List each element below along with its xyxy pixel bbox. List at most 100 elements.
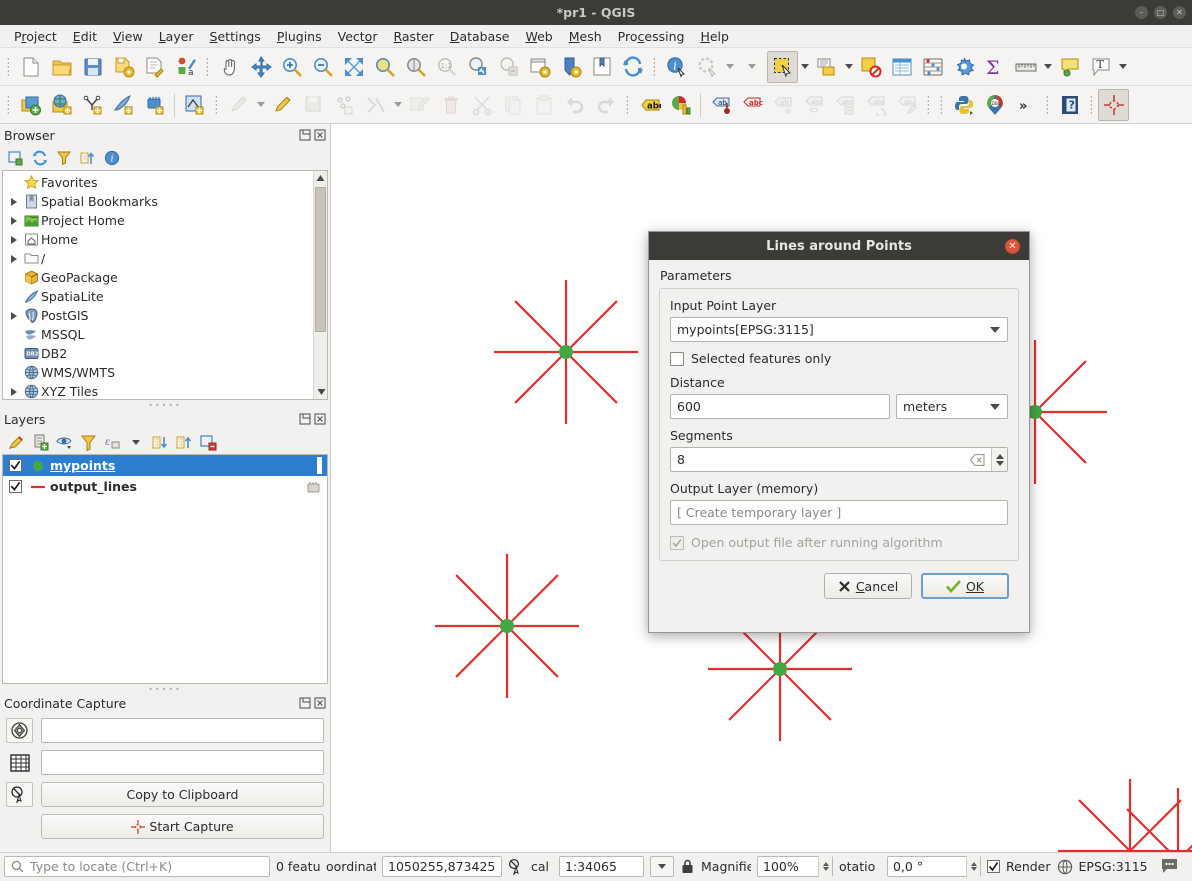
multi-edit-button[interactable] [404,89,435,121]
toolbar-grip-6[interactable] [623,92,632,118]
browser-scroll-thumb[interactable] [315,187,326,332]
feature-action-dropdown[interactable] [723,51,736,83]
menu-layer[interactable]: Layer [151,27,202,46]
layer-visibility-checkbox[interactable] [9,480,22,493]
menu-plugins[interactable]: Plugins [269,27,330,46]
browser-item-spatialite[interactable]: SpatiaLite [3,287,327,306]
canvas-grid-icon[interactable] [6,750,33,775]
modify-attributes-dropdown[interactable] [391,89,404,121]
browser-item-mssql[interactable]: MSSQL [3,325,327,344]
collapse-all-icon[interactable] [77,148,99,168]
show-hide-labels-button[interactable]: abc [798,89,829,121]
expand-arrow-icon[interactable] [7,254,21,263]
distance-input[interactable]: 600 [670,394,890,419]
toolbar-grip[interactable] [4,54,13,80]
browser-item-geopackage[interactable]: GeoPackage [3,268,327,287]
layers-close-icon[interactable] [314,413,326,425]
deselect-all-button[interactable] [855,51,886,83]
legend-filter-dropdown-icon[interactable] [125,432,147,452]
browser-item-favorites[interactable]: Favorites [3,173,327,192]
segments-input[interactable]: 8 [670,447,1008,472]
open-layer-styling-icon[interactable] [5,432,27,452]
select-features-button[interactable] [767,50,798,83]
toggle-editing-button[interactable] [267,89,298,121]
modify-attributes-button[interactable] [360,89,391,121]
new-text-annotation-button[interactable]: T [1085,51,1116,83]
rotate-label-button[interactable]: abc [860,89,891,121]
close-window-button[interactable]: ✕ [1173,6,1186,19]
menu-vector[interactable]: Vector [330,27,386,46]
toolbar-grip-3[interactable] [650,54,659,80]
statistical-summary-button[interactable]: Σ [979,51,1010,83]
lines-around-points-dialog[interactable]: Lines around Points ✕ Parameters Input P… [648,231,1030,633]
expand-all-icon[interactable] [149,432,171,452]
browser-item-xyz-tiles[interactable]: XYZ Tiles [3,382,327,399]
add-raster-layer-button[interactable] [46,89,77,121]
delete-selected-button[interactable] [435,89,466,121]
add-mesh-layer-button[interactable] [77,89,108,121]
new-3d-map-view-button[interactable] [555,51,586,83]
cc-float-icon[interactable] [299,697,311,709]
layer-item-output_lines[interactable]: output_lines [3,476,327,497]
browser-item-[interactable]: / [3,249,327,268]
maximize-button[interactable]: □ [1154,6,1167,19]
zoom-native-button[interactable]: 1:1 [431,51,462,83]
open-attribute-table-button[interactable] [886,51,917,83]
save-project-as-button[interactable] [108,51,139,83]
measure-dropdown[interactable] [1041,51,1054,83]
coordinate-value[interactable]: 1050255,873425 [382,856,502,877]
expand-arrow-icon[interactable] [7,235,21,244]
current-edits-button[interactable] [223,89,254,121]
identify-features-button[interactable]: i [661,51,692,83]
open-project-button[interactable] [46,51,77,83]
add-memory-layer-button[interactable] [139,89,170,121]
add-vector-layer-button[interactable] [15,89,46,121]
project-properties-button[interactable] [139,51,170,83]
scale-value[interactable]: 1:34065 [559,856,644,877]
dialog-close-button[interactable]: ✕ [1005,239,1020,254]
minimize-button[interactable]: – [1135,6,1148,19]
ok-button[interactable]: OK [921,573,1009,599]
run-feature-action-button[interactable] [692,51,723,83]
browser-tree[interactable]: Favorites Spatial Bookmarks Project Home Ho… [2,170,328,400]
expand-arrow-icon[interactable] [7,387,21,396]
zoom-full-button[interactable] [338,51,369,83]
toolbar-grip-4[interactable] [4,92,13,118]
zoom-out-button[interactable] [307,51,338,83]
menu-settings[interactable]: Settings [202,27,269,46]
toggle-extents-icon[interactable] [508,858,525,875]
start-capture-button[interactable]: Start Capture [41,814,324,839]
map-tips-button[interactable] [1054,51,1085,83]
current-edits-dropdown[interactable] [254,89,267,121]
selected-features-only-checkbox[interactable] [670,351,684,366]
zoom-to-selection-button[interactable] [369,51,400,83]
properties-info-icon[interactable]: i [101,148,123,168]
segments-spinner[interactable] [991,448,1007,471]
refresh-icon[interactable] [29,148,51,168]
magnifier-spinner[interactable] [818,856,832,877]
layer-item-mypoints[interactable]: mypoints [3,455,327,476]
browser-item-postgis[interactable]: PostGIS [3,306,327,325]
filter-legend-icon[interactable] [77,432,99,452]
refresh-map-button[interactable] [617,51,648,83]
zoom-in-button[interactable] [276,51,307,83]
toolbar-grip-5[interactable] [212,92,221,118]
menu-database[interactable]: Database [442,27,518,46]
toolbar-grip-2[interactable] [203,54,212,80]
locator-bar[interactable]: Type to locate (Ctrl+K) [4,856,270,877]
python-console-button[interactable] [948,89,979,121]
label-toolbar-icon[interactable]: abc [634,89,665,121]
qgis-plugin-marker-icon[interactable]: DBG [979,89,1010,121]
add-delimited-text-layer-button[interactable] [108,89,139,121]
copy-features-button[interactable] [497,89,528,121]
browser-item-db2[interactable]: DB2 DB2 [3,344,327,363]
redo-button[interactable] [590,89,621,121]
crs-globe-icon[interactable] [1057,859,1073,875]
menu-raster[interactable]: Raster [385,27,441,46]
field-calculator-button[interactable] [917,51,948,83]
edit-label-button[interactable]: abc [891,89,922,121]
browser-item-spatial-bookmarks[interactable]: Spatial Bookmarks [3,192,327,211]
expand-arrow-icon[interactable] [7,216,21,225]
change-label-button[interactable]: abc [829,89,860,121]
toolbar-grip-8[interactable] [937,92,946,118]
